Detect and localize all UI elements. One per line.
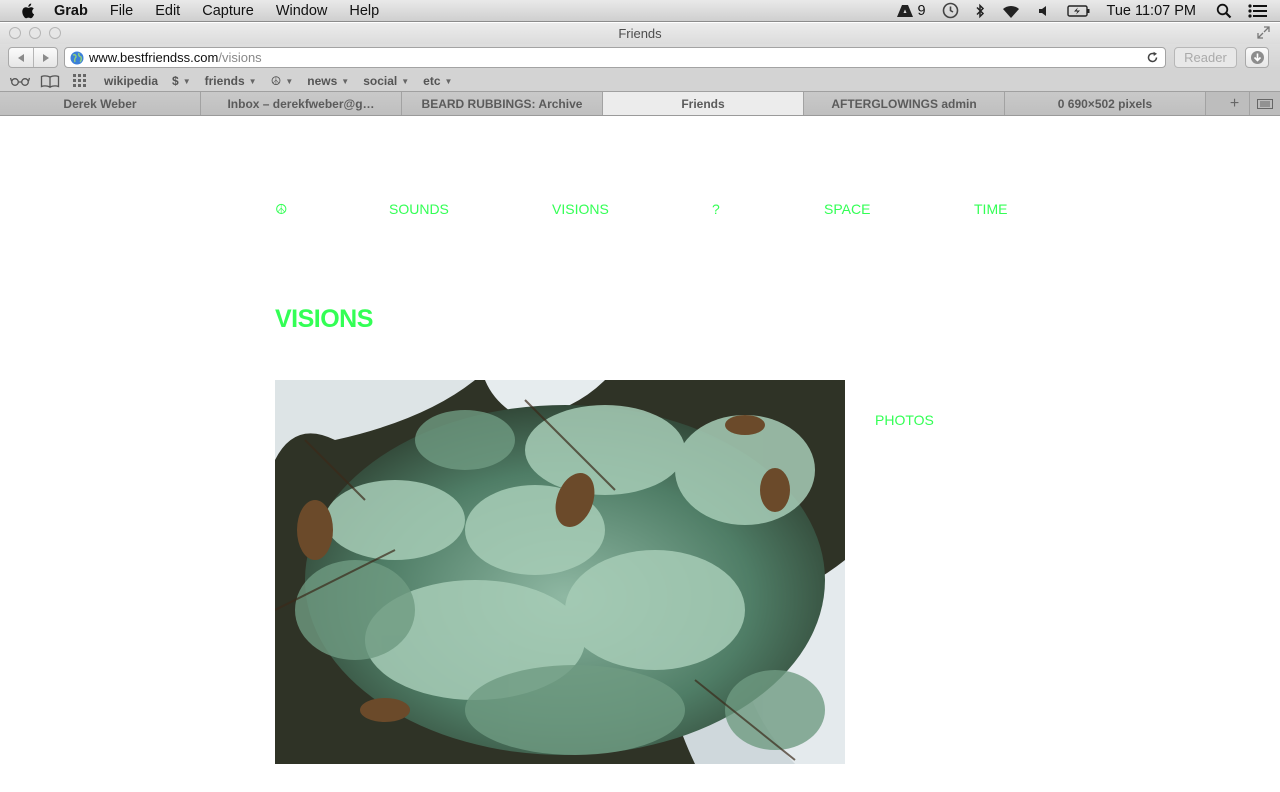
caret-down-icon: ▼	[182, 76, 191, 86]
tab-label: Inbox – derekfweber@g…	[227, 96, 375, 111]
bookmark-label: ☮	[270, 74, 282, 88]
bookmark-label: etc	[423, 74, 441, 88]
bookmark-label: news	[307, 74, 338, 88]
nav-home-peace-link[interactable]: ☮	[275, 201, 288, 218]
reader-button[interactable]: Reader	[1174, 47, 1237, 68]
menu-bar: Grab File Edit Capture Window Help 9 Tue…	[0, 0, 1280, 22]
back-button[interactable]	[9, 48, 33, 67]
time-machine-icon[interactable]	[942, 2, 959, 19]
bookmark-label: wikipedia	[104, 74, 159, 88]
nav-visions-link[interactable]: VISIONS	[552, 201, 609, 217]
adobe-status-icon[interactable]: 9	[896, 2, 926, 19]
menu-help[interactable]: Help	[349, 3, 379, 19]
page-title: VISIONS	[275, 305, 373, 333]
nav-sounds-link[interactable]: SOUNDS	[389, 201, 449, 217]
tab-overview-icon[interactable]	[1250, 92, 1280, 115]
menubar-clock[interactable]: Tue 11:07 PM	[1107, 3, 1196, 19]
tab-derek-weber[interactable]: Derek Weber	[0, 92, 201, 115]
history-nav	[8, 47, 58, 68]
menu-edit[interactable]: Edit	[155, 3, 180, 19]
caret-down-icon: ▼	[341, 76, 350, 86]
tab-label: AFTERGLOWINGS admin	[831, 96, 977, 111]
top-sites-grid-icon[interactable]	[70, 74, 90, 88]
zoom-window-button[interactable]	[49, 27, 61, 39]
menu-app-name[interactable]: Grab	[54, 3, 88, 19]
bookmarks-book-icon[interactable]	[40, 74, 60, 88]
site-nav: ☮ SOUNDS VISIONS ? SPACE TIME	[275, 201, 1035, 221]
reload-icon[interactable]	[1146, 51, 1159, 67]
bluetooth-icon[interactable]	[975, 3, 985, 19]
downloads-button[interactable]	[1245, 47, 1269, 68]
tab-label: BEARD RUBBINGS: Archive	[421, 96, 583, 111]
tab-label: Derek Weber	[63, 96, 137, 111]
tab-inbox[interactable]: Inbox – derekfweber@g…	[201, 92, 402, 115]
tab-friends[interactable]: Friends	[603, 92, 804, 115]
close-window-button[interactable]	[9, 27, 21, 39]
menu-file[interactable]: File	[110, 3, 133, 19]
tab-label: Friends	[681, 96, 725, 111]
window-controls	[9, 27, 61, 39]
bookmark-folder-social[interactable]: social ▼	[363, 74, 409, 88]
url-path: /visions	[218, 50, 262, 65]
reading-list-icon[interactable]	[10, 76, 30, 86]
bookmark-label: friends	[204, 74, 245, 88]
adobe-badge-count: 9	[917, 2, 926, 19]
battery-icon[interactable]	[1066, 4, 1091, 18]
caret-down-icon: ▼	[248, 76, 257, 86]
bookmark-folder-news[interactable]: news ▼	[307, 74, 349, 88]
notification-center-icon[interactable]	[1248, 3, 1268, 19]
caret-down-icon: ▼	[285, 76, 294, 86]
apple-menu-icon[interactable]	[18, 2, 40, 20]
bookmark-label: social	[363, 74, 398, 88]
wifi-icon[interactable]	[1001, 3, 1021, 19]
caret-down-icon: ▼	[401, 76, 410, 86]
bookmark-folder-money[interactable]: $ ▼	[172, 74, 191, 88]
window-title: Friends	[618, 26, 662, 41]
window-title-bar: Friends	[0, 23, 1280, 44]
bookmark-folder-peace[interactable]: ☮ ▼	[271, 74, 294, 88]
fullscreen-icon[interactable]	[1257, 26, 1270, 39]
nav-time-link[interactable]: TIME	[974, 201, 1007, 217]
new-tab-button[interactable]: +	[1220, 92, 1250, 115]
bookmark-label: $	[172, 74, 179, 88]
photos-link[interactable]: PHOTOS	[875, 412, 934, 428]
plant-in-snow-photo[interactable]	[275, 380, 845, 764]
spotlight-search-icon[interactable]	[1216, 3, 1232, 19]
bookmark-folder-etc[interactable]: etc ▼	[423, 74, 452, 88]
bookmark-folder-friends[interactable]: friends ▼	[205, 74, 257, 88]
caret-down-icon: ▼	[444, 76, 453, 86]
minimize-window-button[interactable]	[29, 27, 41, 39]
forward-button[interactable]	[33, 48, 57, 67]
volume-icon[interactable]	[1037, 4, 1051, 18]
tab-image-pixels[interactable]: 0 690×502 pixels	[1005, 92, 1206, 115]
nav-question-link[interactable]: ?	[712, 201, 720, 217]
site-globe-icon	[70, 51, 84, 65]
menu-window[interactable]: Window	[276, 3, 328, 19]
menu-capture[interactable]: Capture	[202, 3, 254, 19]
address-bar[interactable]: www.bestfriendss.com/visions	[64, 47, 1166, 68]
url-host: www.bestfriendss.com	[89, 50, 219, 65]
tab-bar: Derek Weber Inbox – derekfweber@g… BEARD…	[0, 91, 1280, 116]
bookmarks-bar: wikipedia $ ▼ friends ▼ ☮ ▼ news ▼ social ▼ e…	[0, 71, 1280, 91]
web-page: ☮ SOUNDS VISIONS ? SPACE TIME VISIONS PH…	[0, 117, 1280, 792]
bookmark-wikipedia[interactable]: wikipedia	[104, 74, 158, 88]
tab-afterglowings-admin[interactable]: AFTERGLOWINGS admin	[804, 92, 1005, 115]
tab-label: 0 690×502 pixels	[1057, 96, 1153, 111]
browser-toolbar: www.bestfriendss.com/visions Reader	[0, 44, 1280, 71]
nav-space-link[interactable]: SPACE	[824, 201, 870, 217]
tab-beard-rubbings[interactable]: BEARD RUBBINGS: Archive	[402, 92, 603, 115]
